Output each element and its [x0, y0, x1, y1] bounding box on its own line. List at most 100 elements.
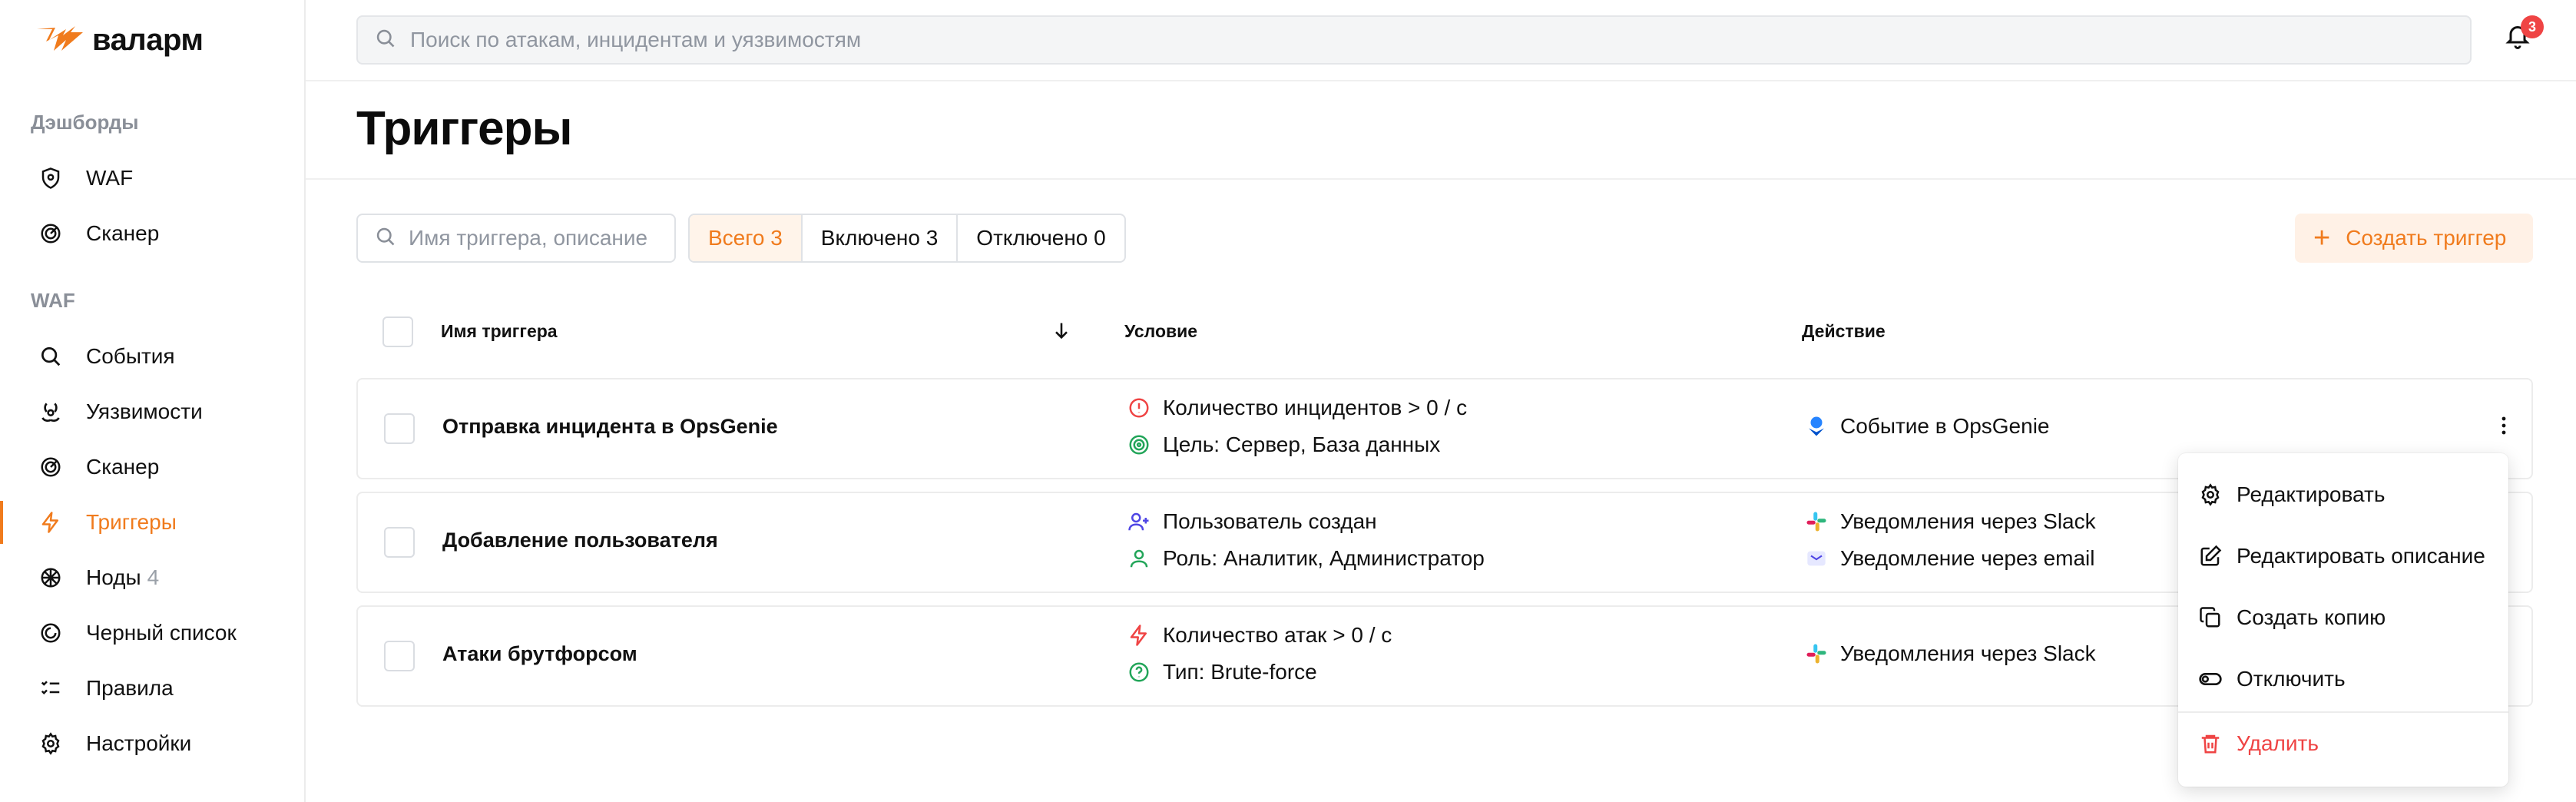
- table-header: Имя триггера Условие Действие: [356, 307, 2533, 356]
- notifications-badge: 3: [2521, 15, 2544, 38]
- trigger-name: Атаки брутфорсом: [442, 642, 637, 665]
- menu-item-label: Отключить: [2237, 667, 2346, 691]
- shield-icon: [37, 164, 65, 192]
- sidebar-item-scanner[interactable]: Сканер: [0, 439, 306, 495]
- menu-item-label: Редактировать описание: [2237, 544, 2485, 568]
- alert-circle-icon: [1126, 395, 1152, 421]
- lightning-icon: [1126, 622, 1152, 648]
- sidebar-item-label: События: [86, 344, 175, 368]
- menu-item-edit-description[interactable]: Редактировать описание: [2178, 525, 2508, 587]
- rules-icon: [37, 674, 65, 702]
- global-search[interactable]: [356, 15, 2472, 65]
- blacklist-icon: [37, 619, 65, 647]
- action-item: Уведомления через Slack: [1803, 509, 2096, 535]
- row-checkbox[interactable]: [384, 527, 415, 558]
- sidebar-item-label: Настройки: [86, 731, 192, 755]
- search-icon: [37, 343, 65, 370]
- menu-item-disable[interactable]: Отключить: [2178, 648, 2508, 710]
- scanner-icon: [37, 453, 65, 481]
- sidebar-item-label: Правила: [86, 676, 174, 700]
- filter-all[interactable]: Всего 3: [690, 215, 803, 261]
- brand-name: валарм: [92, 22, 204, 57]
- nav-section-waf: WAF: [31, 289, 75, 312]
- toggle-icon: [2197, 665, 2224, 693]
- condition-item: Количество инцидентов > 0 / с: [1126, 395, 1467, 421]
- menu-item-label: Создать копию: [2237, 605, 2386, 629]
- sidebar-item-label: Уязвимости: [86, 399, 203, 423]
- scanner-icon: [37, 220, 65, 247]
- sidebar-item-settings[interactable]: Настройки: [0, 716, 306, 771]
- condition-text: Цель: Сервер, База данных: [1163, 432, 1441, 456]
- action-item: Событие в OpsGenie: [1803, 413, 2050, 439]
- row-context-menu: Редактировать Редактировать описание Соз…: [2178, 453, 2508, 787]
- search-icon: [375, 226, 396, 251]
- row-checkbox[interactable]: [384, 641, 415, 671]
- trigger-name: Отправка инцидента в OpsGenie: [442, 415, 778, 438]
- select-all-checkbox[interactable]: [382, 316, 413, 347]
- search-icon: [375, 28, 396, 53]
- sidebar-item-label: Сканер: [86, 455, 160, 479]
- condition-item: Пользователь создан: [1126, 509, 1377, 535]
- menu-item-edit[interactable]: Редактировать: [2178, 464, 2508, 525]
- condition-item: Цель: Сервер, База данных: [1126, 432, 1440, 458]
- trigger-search[interactable]: [356, 214, 676, 263]
- app: валарм Дэшборды WAF Сканер WAF События У…: [0, 0, 2576, 802]
- user-plus-icon: [1126, 509, 1152, 535]
- condition-item: Количество атак > 0 / с: [1126, 622, 1392, 648]
- condition-text: Количество атак > 0 / с: [1163, 623, 1392, 647]
- menu-item-delete[interactable]: Удалить: [2178, 713, 2508, 774]
- page-title: Триггеры: [356, 102, 572, 155]
- sidebar-item-label: WAF: [86, 166, 134, 190]
- edit-icon: [2197, 542, 2224, 570]
- sidebar-item-label: Триггеры: [86, 510, 177, 534]
- sidebar-item-triggers[interactable]: Триггеры: [0, 495, 306, 550]
- wallarm-logo-icon: [37, 26, 83, 51]
- action-item: Уведомления через Slack: [1803, 641, 2096, 667]
- menu-item-label: Редактировать: [2237, 482, 2386, 506]
- row-menu-button[interactable]: [2488, 410, 2519, 441]
- question-circle-icon: [1126, 659, 1152, 685]
- trigger-search-input[interactable]: [409, 226, 670, 250]
- sidebar-item-label: Черный список: [86, 621, 237, 645]
- sidebar-item-dashboard-waf[interactable]: WAF: [0, 151, 306, 206]
- column-name[interactable]: Имя триггера: [441, 321, 558, 342]
- action-text: Уведомление через email: [1840, 546, 2095, 570]
- opsgenie-icon: [1803, 413, 1829, 439]
- create-trigger-button[interactable]: + Создать триггер: [2295, 214, 2533, 263]
- sidebar-item-dashboard-scanner[interactable]: Сканер: [0, 206, 306, 261]
- target-icon: [1126, 432, 1152, 458]
- sort-arrow-down-icon[interactable]: [1051, 320, 1072, 345]
- sidebar-item-rules[interactable]: Правила: [0, 661, 306, 716]
- plus-icon: +: [2313, 222, 2331, 254]
- filter-disabled[interactable]: Отключено 0: [958, 215, 1124, 261]
- status-filter: Всего 3 Включено 3 Отключено 0: [688, 214, 1126, 263]
- condition-text: Роль: Аналитик, Администратор: [1163, 546, 1485, 570]
- trigger-name: Добавление пользователя: [442, 529, 718, 552]
- gear-icon: [37, 730, 65, 757]
- sidebar-item-vulnerabilities[interactable]: Уязвимости: [0, 384, 306, 439]
- condition-text: Пользователь создан: [1163, 509, 1377, 533]
- logo[interactable]: валарм: [35, 22, 204, 57]
- global-search-input[interactable]: [410, 28, 2407, 52]
- menu-item-label: Удалить: [2237, 731, 2319, 755]
- condition-text: Тип: Brute-force: [1163, 660, 1317, 684]
- action-item: Уведомление через email: [1803, 545, 2094, 572]
- filter-enabled[interactable]: Включено 3: [803, 215, 959, 261]
- more-vertical-icon: [2502, 416, 2506, 435]
- row-checkbox[interactable]: [384, 413, 415, 444]
- trash-icon: [2197, 730, 2224, 757]
- sidebar-item-label: Ноды: [86, 565, 141, 589]
- sidebar-item-blacklist[interactable]: Черный список: [0, 605, 306, 661]
- nodes-icon: [37, 564, 65, 592]
- user-icon: [1126, 545, 1152, 572]
- sidebar-item-label: Сканер: [86, 221, 160, 245]
- mail-icon: [1803, 545, 1829, 572]
- sidebar-item-events[interactable]: События: [0, 329, 306, 384]
- condition-text: Количество инцидентов > 0 / с: [1163, 396, 1468, 419]
- sidebar: валарм Дэшборды WAF Сканер WAF События У…: [0, 0, 306, 802]
- condition-item: Роль: Аналитик, Администратор: [1126, 545, 1485, 572]
- nav-section-dashboards: Дэшборды: [31, 111, 139, 134]
- menu-item-copy[interactable]: Создать копию: [2178, 587, 2508, 648]
- sidebar-item-nodes[interactable]: Ноды 4: [0, 550, 306, 605]
- gear-icon: [2197, 481, 2224, 509]
